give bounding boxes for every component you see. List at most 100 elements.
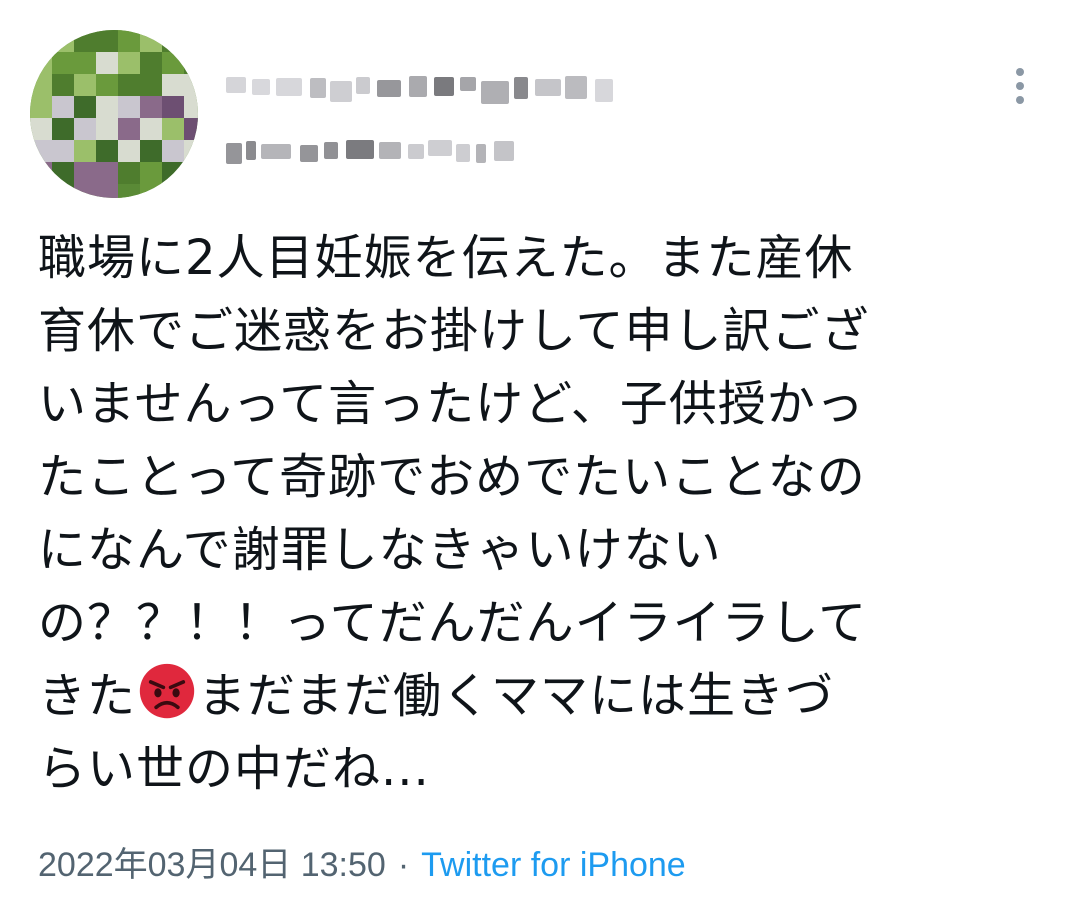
avatar-pixel xyxy=(52,184,74,198)
avatar-pixel xyxy=(52,162,74,184)
avatar-pixel xyxy=(184,52,198,74)
avatar-pixel xyxy=(30,30,52,52)
avatar-pixel xyxy=(96,140,118,162)
avatar-pixel xyxy=(96,162,118,184)
avatar-pixel xyxy=(30,96,52,118)
author-display-name-text xyxy=(226,68,227,69)
avatar-pixel xyxy=(162,184,184,198)
tweet: 職場に2人目妊娠を伝えた。また産休 育休でご迷惑をお掛けして申し訳ござ いません… xyxy=(0,0,1080,918)
avatar-pixel xyxy=(30,184,52,198)
tweet-text-fragment: まだまだ働くママには生きづ xyxy=(198,668,835,724)
obscured-text-block xyxy=(346,140,374,159)
avatar-pixel xyxy=(74,162,96,184)
tweet-source-link[interactable]: Twitter for iPhone xyxy=(421,846,686,884)
tweet-text-line: たことって奇跡でおめでたいことなの xyxy=(38,449,866,505)
tweet-text-line: 育休でご迷惑をお掛けして申し訳ござ xyxy=(38,303,870,359)
avatar-pixel xyxy=(140,118,162,140)
obscured-text-block xyxy=(261,144,291,159)
avatar-pixel xyxy=(96,52,118,74)
avatar-pixel xyxy=(184,30,198,52)
avatar-pixel xyxy=(74,118,96,140)
avatar-pixel xyxy=(118,74,140,96)
obscured-text-block xyxy=(476,144,486,163)
avatar-pixel xyxy=(162,140,184,162)
avatar-pixel xyxy=(30,118,52,140)
obscured-text-block xyxy=(428,140,452,156)
tweet-meta: 2022年03月04日 13:50 · Twitter for iPhone xyxy=(38,840,686,890)
avatar-pixel xyxy=(140,184,162,198)
more-dot xyxy=(1016,68,1024,76)
avatar-pixel xyxy=(30,74,52,96)
tweet-text-line: らい世の中だね... xyxy=(38,741,430,797)
avatar-pixel xyxy=(118,52,140,74)
avatar-pixel xyxy=(96,74,118,96)
avatar-pixel xyxy=(140,30,162,52)
more-dot xyxy=(1016,96,1024,104)
avatar-pixel xyxy=(74,52,96,74)
avatar-pixel xyxy=(162,74,184,96)
avatar-pixel xyxy=(162,118,184,140)
tweet-text-line: の？？！！ってだんだんイライラして xyxy=(38,595,868,651)
obscured-text-block xyxy=(276,78,302,96)
obscured-text-block xyxy=(456,144,470,162)
avatar-pixel xyxy=(118,162,140,184)
obscured-text-block xyxy=(330,81,352,102)
avatar-pixel xyxy=(96,96,118,118)
avatar-pixel xyxy=(184,140,198,162)
avatar-pixel xyxy=(118,96,140,118)
avatar-pixel xyxy=(162,52,184,74)
tweet-text-fragment: きた xyxy=(38,668,137,724)
avatar-pixel xyxy=(184,74,198,96)
avatar-pixel xyxy=(30,162,52,184)
tweet-text-line: になんで謝罪しなきゃいけない xyxy=(38,522,722,578)
avatar-pixel xyxy=(184,96,198,118)
meta-separator: · xyxy=(397,846,410,884)
tweet-text: 職場に2人目妊娠を伝えた。また産休 育休でご迷惑をお掛けして申し訳ござ いません… xyxy=(38,222,1048,806)
avatar-pixel xyxy=(52,30,74,52)
avatar-pixel xyxy=(162,96,184,118)
avatar-pixel xyxy=(96,118,118,140)
obscured-text-block xyxy=(226,77,246,93)
obscured-text-block xyxy=(377,80,401,97)
obscured-text-block xyxy=(252,79,270,95)
obscured-text-block xyxy=(379,142,401,159)
avatar-pixel xyxy=(184,118,198,140)
obscured-text-block xyxy=(409,76,427,97)
avatar-pixel xyxy=(52,96,74,118)
obscured-text-block xyxy=(514,77,528,99)
avatar-pixel xyxy=(140,74,162,96)
avatar-pixel xyxy=(162,30,184,52)
avatar-pixel xyxy=(140,52,162,74)
obscured-text-block xyxy=(310,78,326,98)
obscured-text-block xyxy=(434,77,454,96)
avatar-pixel xyxy=(52,140,74,162)
tweet-text-line: いませんって言ったけど、子供授かっ xyxy=(38,376,865,432)
tweet-timestamp[interactable]: 2022年03月04日 13:50 xyxy=(38,846,386,884)
author-handle-text xyxy=(226,134,227,135)
obscured-text-block xyxy=(460,77,476,91)
obscured-text-block xyxy=(324,142,338,159)
tweet-text-line-with-emoji: きた まだまだ働くママには生きづ xyxy=(38,660,1048,733)
avatar-pixel xyxy=(74,96,96,118)
avatar-pixel xyxy=(30,140,52,162)
avatar[interactable] xyxy=(30,30,198,198)
avatar-pixel xyxy=(74,30,96,52)
obscured-text-block xyxy=(595,79,613,102)
avatar-pixel xyxy=(184,184,198,198)
avatar-pixel xyxy=(74,140,96,162)
more-options-icon[interactable] xyxy=(1002,62,1038,110)
author-display-name[interactable] xyxy=(226,68,626,108)
obscured-text-block xyxy=(246,141,256,160)
obscured-text-block xyxy=(494,141,514,161)
avatar-pixel xyxy=(118,140,140,162)
avatar-pixel xyxy=(184,162,198,184)
avatar-pixel xyxy=(140,96,162,118)
obscured-text-block xyxy=(226,143,242,164)
avatar-pixel xyxy=(52,74,74,96)
avatar-pixel xyxy=(140,140,162,162)
avatar-pixel xyxy=(118,118,140,140)
angry-face-emoji-icon xyxy=(139,663,195,719)
avatar-pixel xyxy=(74,74,96,96)
obscured-text-block xyxy=(481,81,509,104)
obscured-text-block xyxy=(535,79,561,96)
